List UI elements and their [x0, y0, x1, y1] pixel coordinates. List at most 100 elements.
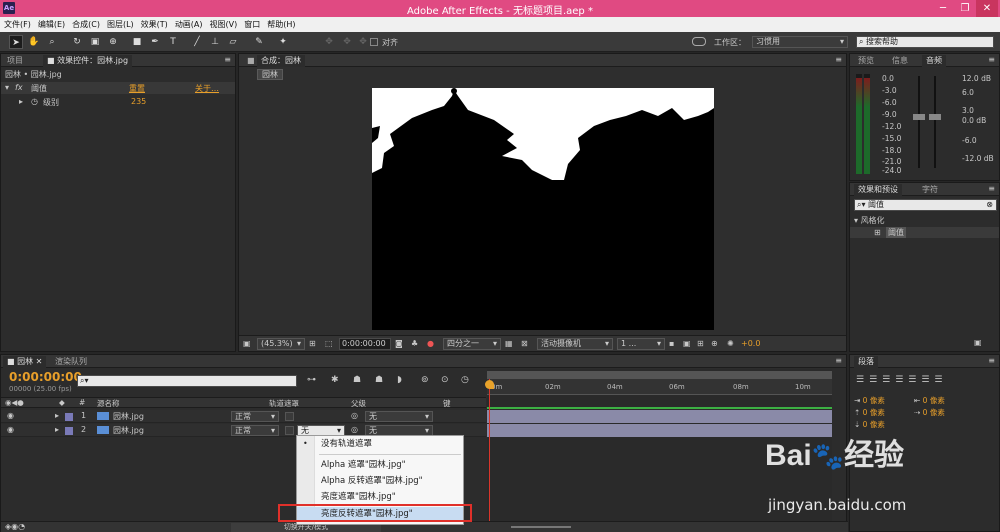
menu-view[interactable]: 视图(V) [206, 17, 241, 32]
auto-keyframe-icon[interactable]: ◷ [461, 375, 469, 385]
panel-menu-icon[interactable]: ≡ [224, 55, 231, 64]
menu-effect[interactable]: 效果(T) [137, 17, 171, 32]
effect-item-row[interactable]: ⊞ 阈值 [850, 227, 999, 238]
label-icon[interactable]: ◆ [59, 398, 65, 407]
panel-menu-icon[interactable]: ≡ [988, 356, 995, 365]
close-button[interactable]: ✕ [976, 0, 998, 17]
layer-label-color[interactable] [65, 413, 73, 421]
viewer-image[interactable] [372, 88, 714, 330]
rotate-tool-icon[interactable]: ↻ [70, 35, 84, 49]
tab-paragraph[interactable]: 段落 [854, 356, 878, 368]
menu-item-luma-matte[interactable]: 亮度遮罩"园林.jpg" [321, 490, 396, 504]
space-before-field[interactable]: ⇡ 0 像素 [854, 407, 885, 418]
blend-mode-select[interactable]: 正常 ▾ [231, 425, 279, 436]
tab-info[interactable]: 信息 [888, 55, 912, 67]
roi-icon[interactable]: ⬚ [325, 339, 333, 348]
minimize-button[interactable]: ─ [932, 0, 954, 17]
pickwhip-icon[interactable]: ◎ [351, 411, 358, 420]
indent-right-field[interactable]: ⇤ 0 像素 [914, 395, 945, 406]
av-switches-icon[interactable]: ◉◀● [5, 398, 24, 407]
work-area-bar[interactable] [487, 371, 832, 379]
roto-brush-tool-icon[interactable]: ✎ [252, 35, 266, 49]
pickwhip-icon[interactable]: ◎ [351, 425, 358, 434]
axis-view-icon[interactable]: ✥ [356, 35, 370, 49]
menu-window[interactable]: 窗口 [240, 17, 263, 32]
tab-effect-controls[interactable]: ■ 效果控件：园林.jpg [43, 55, 133, 67]
tab-composition[interactable]: 合成：园林 [257, 55, 305, 67]
tab-character[interactable]: 字符 [918, 184, 942, 196]
workspace-select[interactable]: 习惯用 ▾ [752, 36, 848, 48]
current-time-indicator[interactable] [489, 379, 490, 521]
layer-name[interactable]: 园林.jpg [113, 425, 144, 436]
menu-layer[interactable]: 图层(L) [103, 17, 137, 32]
exposure-value[interactable]: +0.0 [741, 339, 760, 348]
tab-timeline-comp[interactable]: ■ 园林 ✕ [3, 356, 47, 368]
layer-name[interactable]: 园林.jpg [113, 411, 144, 422]
menu-item-no-matte[interactable]: 没有轨道遮罩 [321, 437, 372, 451]
draft-3d-icon[interactable]: ✱ [331, 375, 339, 385]
maximize-button[interactable]: ❐ [954, 0, 976, 17]
tab-audio[interactable]: 音频 [922, 55, 946, 67]
menu-file[interactable]: 文件(F) [0, 17, 34, 32]
help-search-input[interactable]: ⌕ 搜索帮助 [856, 36, 994, 48]
views-select[interactable]: 1 ... ▾ [617, 338, 665, 350]
rectangle-tool-icon[interactable]: ■ [130, 35, 144, 49]
frame-blending-icon[interactable]: ☗ [375, 375, 383, 385]
menu-composition[interactable]: 合成(C) [68, 17, 103, 32]
hand-tool-icon[interactable]: ✋ [27, 35, 41, 49]
text-tool-icon[interactable]: T [166, 35, 180, 49]
hide-shy-icon[interactable]: ☗ [353, 375, 361, 385]
selection-tool-icon[interactable]: ➤ [9, 35, 23, 49]
effect-row[interactable]: ▾ fx 阈值 重置 关于… [1, 82, 235, 94]
audio-slider-right[interactable] [929, 114, 941, 120]
menu-help[interactable]: 帮助(H) [263, 17, 298, 32]
camera-select[interactable]: 活动摄像机 ▾ [537, 338, 613, 350]
timeline-timecode[interactable]: 0:00:00:00 [9, 370, 82, 384]
indent-first-field[interactable]: ⇢ 0 像素 [914, 407, 945, 418]
brush-tool-icon[interactable]: ╱ [190, 35, 204, 49]
about-link[interactable]: 关于… [195, 83, 219, 94]
time-ruler[interactable]: 0m 02m 04m 06m 08m 10m [487, 379, 832, 395]
always-preview-icon[interactable]: ▣ [243, 339, 251, 348]
transparency-grid-icon[interactable]: ▦ [505, 339, 513, 348]
effects-search-input[interactable]: ⌕▾ 阈值 ⊗ [854, 199, 997, 211]
graph-editor-icon[interactable]: ⊚ [421, 375, 429, 385]
current-time-field[interactable]: 0:00:00:00 [339, 338, 391, 350]
grid-icon[interactable]: ⊠ [521, 339, 528, 348]
tab-effects-presets[interactable]: 效果和预设 [854, 184, 902, 196]
fit-icon[interactable]: ⊞ [309, 339, 316, 348]
show-snapshot-icon[interactable]: ♣ [411, 339, 418, 348]
axis-local-icon[interactable]: ✥ [322, 35, 336, 49]
category-row[interactable]: ▾ 风格化 [854, 215, 885, 226]
parent-select[interactable]: 无 ▾ [365, 411, 433, 422]
menu-item-alpha-matte[interactable]: Alpha 遮罩"园林.jpg" [321, 458, 406, 472]
playhead-icon[interactable] [485, 380, 494, 389]
flowchart-icon[interactable]: ⊕ [711, 339, 718, 348]
param-value[interactable]: 235 [131, 97, 146, 106]
menu-animation[interactable]: 动画(A) [171, 17, 206, 32]
effect-expand-icon[interactable]: ▾ [5, 83, 9, 92]
channel-icon[interactable]: ● [427, 339, 434, 348]
layer-row-1[interactable]: ◉ ▸ 1 园林.jpg 正常 ▾ ◎ 无 ▾ [1, 410, 486, 423]
brainstorm-icon[interactable]: ⊙ [441, 375, 449, 385]
layer-bar-1[interactable] [487, 410, 832, 423]
footer-switches-icon[interactable]: ◈◉◔ [5, 522, 25, 531]
axis-world-icon[interactable]: ✥ [340, 35, 354, 49]
comp-mini-flowchart-icon[interactable]: ⊶ [307, 375, 316, 385]
stopwatch-icon[interactable]: ◷ [31, 97, 38, 106]
menu-edit[interactable]: 编辑(E) [34, 17, 68, 32]
preserve-transparency-toggle[interactable] [285, 412, 294, 421]
layer-expand-icon[interactable]: ▸ [55, 425, 59, 434]
motion-blur-icon[interactable]: ◗ [397, 375, 402, 385]
panel-menu-icon[interactable]: ≡ [835, 356, 842, 365]
align-buttons[interactable]: ☰☰☰☰☰☰☰ [856, 375, 947, 385]
pen-tool-icon[interactable]: ✒ [148, 35, 162, 49]
tab-render-queue[interactable]: 渲染队列 [51, 356, 91, 368]
zoom-select[interactable]: (45.3%) ▾ [257, 338, 305, 350]
tab-preview[interactable]: 预览 [854, 55, 878, 67]
reset-link[interactable]: 重置 [129, 83, 145, 94]
toggle-pixel-icon[interactable]: ▪ [669, 339, 674, 348]
snapshot-icon[interactable]: ◙ [395, 339, 403, 348]
blend-mode-select[interactable]: 正常 ▾ [231, 411, 279, 422]
zoom-tool-icon[interactable]: ⌕ [45, 35, 59, 49]
